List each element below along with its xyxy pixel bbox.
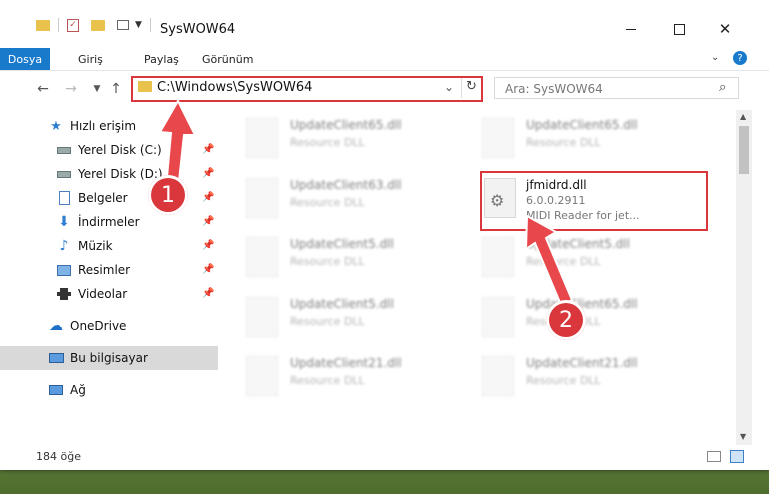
callout-badge-1: 1 <box>148 175 188 215</box>
callout-arrows <box>158 98 574 307</box>
callout-badge-2: 2 <box>546 300 586 340</box>
arrow-2 <box>524 214 574 307</box>
